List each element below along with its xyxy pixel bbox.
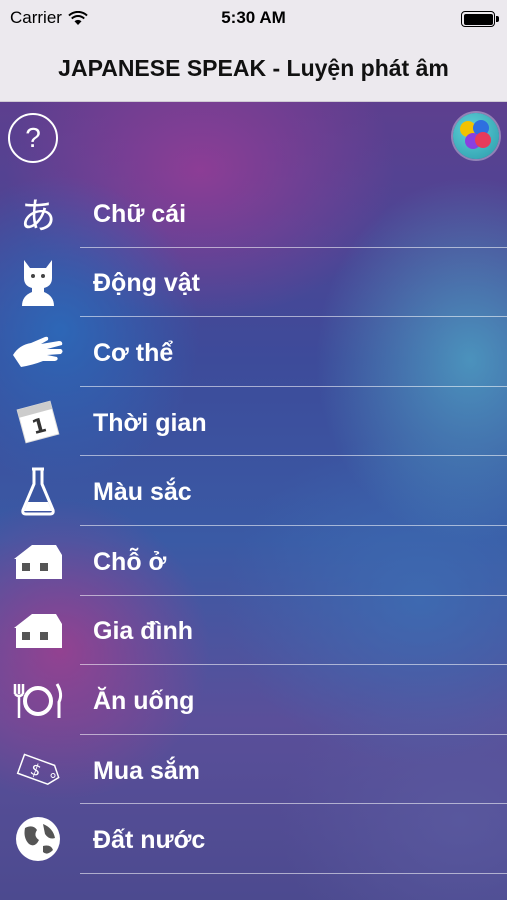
hand-icon bbox=[10, 324, 66, 380]
page-title: JAPANESE SPEAK - Luyện phát âm bbox=[58, 55, 449, 81]
navigation-bar: JAPANESE SPEAK - Luyện phát âm bbox=[0, 36, 507, 102]
list-item-label: Chữ cái bbox=[93, 200, 187, 229]
list-item-label: Cơ thể bbox=[93, 339, 174, 368]
question-mark-icon: ? bbox=[25, 122, 41, 153]
list-item-countries[interactable]: Đất nước bbox=[0, 804, 507, 874]
globe-icon bbox=[10, 811, 66, 867]
price-tag-icon: $ bbox=[10, 742, 66, 798]
list-item-colors[interactable]: Màu sắc bbox=[0, 456, 507, 526]
status-bar: Carrier 5:30 AM bbox=[0, 0, 507, 36]
category-list: あ Chữ cái Động vật Cơ thể 1 Thời gian Mà… bbox=[0, 178, 507, 874]
list-item-label: Động vật bbox=[93, 269, 200, 298]
calendar-icon: 1 bbox=[10, 394, 66, 450]
svg-text:$: $ bbox=[28, 759, 44, 780]
list-item-label: Gia đình bbox=[93, 617, 193, 646]
list-item-label: Đất nước bbox=[93, 826, 206, 855]
list-item-animals[interactable]: Động vật bbox=[0, 248, 507, 318]
list-item-label: Chỗ ở bbox=[93, 548, 167, 577]
game-center-button[interactable] bbox=[453, 113, 499, 159]
list-item-shopping[interactable]: $ Mua sắm bbox=[0, 735, 507, 805]
list-item-label: Ăn uống bbox=[93, 687, 195, 716]
status-time: 5:30 AM bbox=[221, 8, 286, 27]
fork-plate-knife-icon bbox=[10, 672, 66, 728]
list-item-housing[interactable]: Chỗ ở bbox=[0, 526, 507, 596]
house-icon bbox=[10, 533, 66, 589]
flask-icon bbox=[10, 463, 66, 519]
list-item-food[interactable]: Ăn uống bbox=[0, 665, 507, 735]
house-icon bbox=[10, 602, 66, 658]
battery-icon bbox=[461, 11, 499, 27]
hiragana-a-icon: あ bbox=[19, 195, 56, 237]
list-item-time[interactable]: 1 Thời gian bbox=[0, 387, 507, 457]
list-item-label: Màu sắc bbox=[93, 478, 192, 507]
list-item-label: Thời gian bbox=[93, 408, 207, 437]
cat-icon bbox=[10, 254, 66, 310]
help-button[interactable]: ? bbox=[8, 113, 58, 163]
list-item-alphabet[interactable]: あ Chữ cái bbox=[0, 178, 507, 248]
list-item-family[interactable]: Gia đình bbox=[0, 596, 507, 666]
list-item-body[interactable]: Cơ thể bbox=[0, 317, 507, 387]
list-item-label: Mua sắm bbox=[93, 756, 200, 785]
